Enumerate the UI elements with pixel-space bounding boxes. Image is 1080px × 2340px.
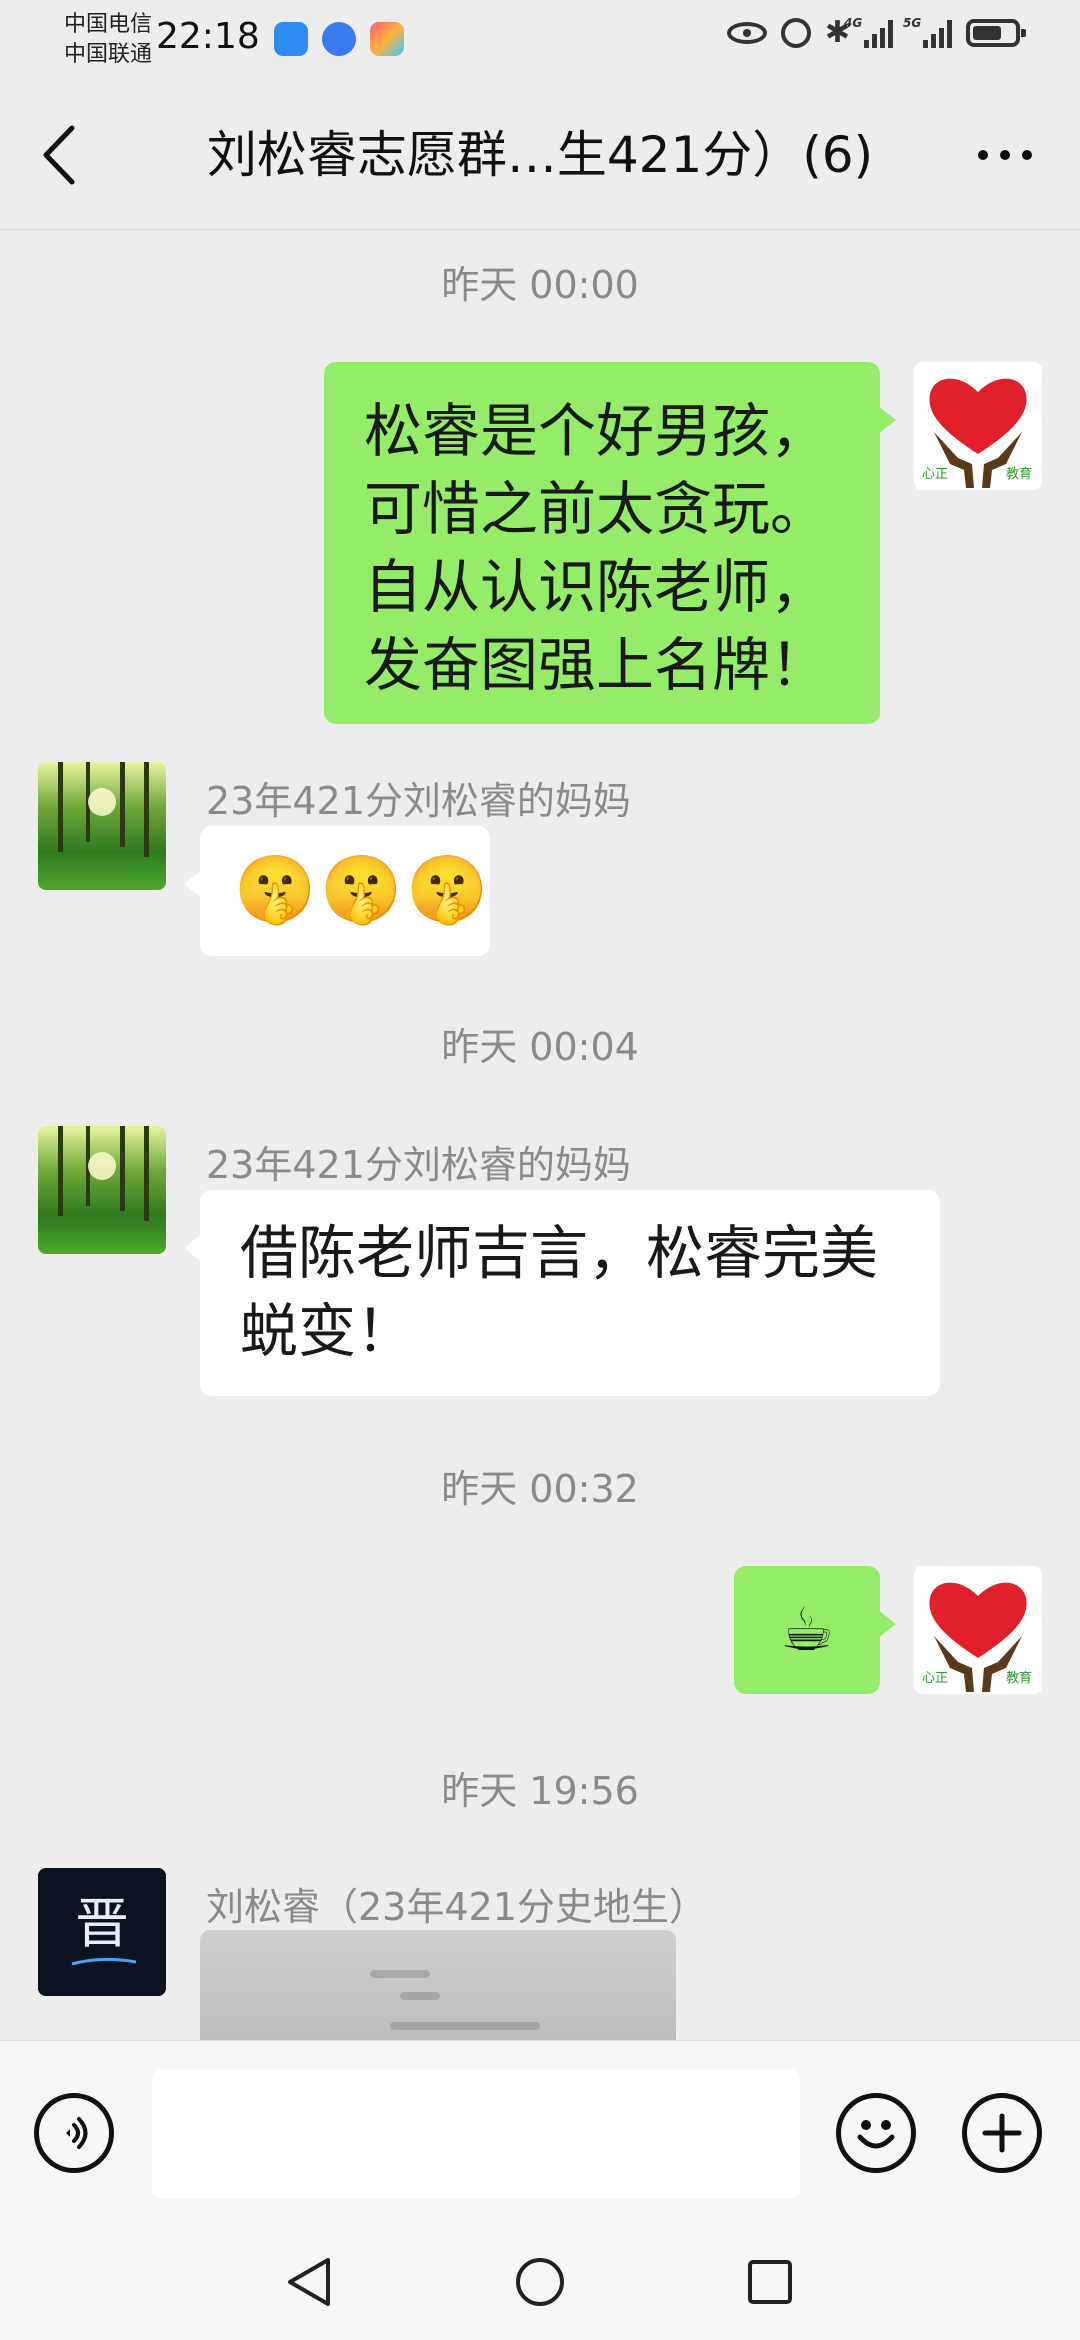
logo-text-left: 心正 [922,467,948,482]
battery-icon [966,19,1026,47]
logo-char: 晋 [75,1892,129,1955]
calligraphy-logo-icon: 晋 [38,1868,166,1996]
nav-back-icon [288,2258,330,2306]
shield-app-icon [274,22,308,56]
status-bar: 中国电信 中国联通 22:18 ✱ 4G 5G [0,0,1080,80]
carrier-2: 中国联通 [64,42,153,67]
carrier-1: 中国电信 [64,12,153,37]
voice-icon [66,2117,88,2149]
signal-2-icon: 5G [903,16,952,48]
emoji-button[interactable] [836,2093,916,2173]
mom-avatar[interactable] [38,762,166,890]
browser-app-icon [322,22,356,56]
message-line: 自从认识陈老师， [364,553,829,621]
message-input[interactable] [152,2069,800,2199]
paint-app-icon [370,22,404,56]
alarm-icon [780,18,811,48]
emoji-icon [857,2120,895,2149]
sent-message-bubble[interactable]: 松睿是个好男孩， 可惜之前太贪玩。 自从认识陈老师， 发奋图强上名牌！ [324,362,896,724]
nav-recents-button[interactable] [740,2252,800,2312]
received-message-bubble[interactable]: 借陈老师吉言，松睿完美 蜕变！ [184,1190,940,1396]
shush-emoji: 🤫 [234,851,317,928]
logo-text-right: 教育 [1006,466,1032,482]
emoji-row: 🤫 🤫 🤫 [234,846,489,934]
sender-name: 刘松睿（23年421分史地生） [206,1885,707,1929]
nav-recents-icon [748,2260,792,2304]
more-dots-icon [978,150,988,160]
timestamp: 昨天 00:00 [441,263,639,307]
message-line: 松睿是个好男孩， [364,397,829,465]
carrier-info: 中国电信 中国联通 [64,10,152,70]
nav-back-button[interactable] [280,2252,340,2312]
timestamp: 昨天 19:56 [441,1769,639,1813]
son-avatar[interactable]: 晋 [38,1868,166,1996]
sender-name: 23年421分刘松睿的妈妈 [206,1143,631,1187]
logo-text-left: 心正 [922,1671,948,1686]
image-message[interactable] [200,1930,676,2040]
sent-message-bubble[interactable]: ☕ [734,1566,896,1694]
shush-emoji: 🤫 [406,851,489,928]
nav-home-button[interactable] [510,2252,570,2312]
shush-emoji: 🤫 [320,851,403,928]
timestamp: 昨天 00:04 [441,1025,639,1069]
received-message-bubble[interactable]: 🤫 🤫 🤫 [184,826,490,956]
timestamp: 昨天 00:32 [441,1467,639,1511]
heart-hands-logo-icon: 心正 教育 [922,378,1032,488]
sender-name: 23年421分刘松睿的妈妈 [206,779,631,823]
more-button[interactable] [970,140,1040,170]
chat-header: 刘松睿志愿群…生421分）(6) [0,80,1080,230]
signal-1-icon: 4G [844,16,893,48]
network-2-label: 5G [903,16,922,30]
eye-comfort-icon [726,22,767,44]
voice-button[interactable] [34,2093,114,2173]
header-divider [0,229,1080,230]
forest-image-icon [58,1126,149,1221]
my-avatar[interactable]: 心正 教育 [914,362,1042,490]
plus-icon [982,2113,1022,2153]
nav-home-icon [516,2258,564,2306]
back-arrow-icon [43,125,75,185]
status-clock: 22:18 [156,16,260,57]
message-line: 蜕变！ [240,1297,415,1365]
input-bar [0,2040,1080,2231]
status-icons: ✱ 4G 5G [726,16,1026,48]
heart-hands-logo-icon: 心正 教育 [922,1582,1032,1692]
message-line: 借陈老师吉言，松睿完美 [240,1219,879,1287]
my-avatar[interactable]: 心正 教育 [914,1566,1042,1694]
forest-image-icon [58,762,149,857]
coffee-emoji: ☕ [780,1595,834,1665]
back-button[interactable] [40,120,80,190]
system-nav-bar [0,2230,1080,2340]
network-1-label: 4G [844,16,863,30]
mom-avatar[interactable] [38,1126,166,1254]
chat-title: 刘松睿志愿群…生421分）(6) [206,126,874,184]
message-line: 可惜之前太贪玩。 [364,475,829,543]
logo-text-right: 教育 [1006,1670,1032,1686]
more-actions-button[interactable] [962,2093,1042,2173]
message-line: 发奋图强上名牌！ [364,631,829,699]
